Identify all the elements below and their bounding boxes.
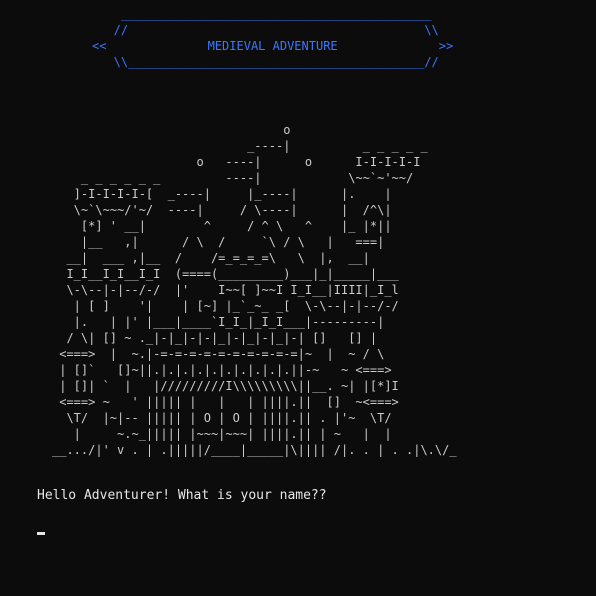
name-prompt: Hello Adventurer! What is your name??: [37, 488, 327, 503]
text-cursor[interactable]: [37, 532, 45, 535]
terminal-window: ________________________________________…: [0, 0, 596, 596]
castle-ascii-art: o _----| _ _ _ _ _ o ----| o I-I-I-I-I _…: [52, 123, 457, 457]
title-banner: ________________________________________…: [92, 7, 454, 69]
